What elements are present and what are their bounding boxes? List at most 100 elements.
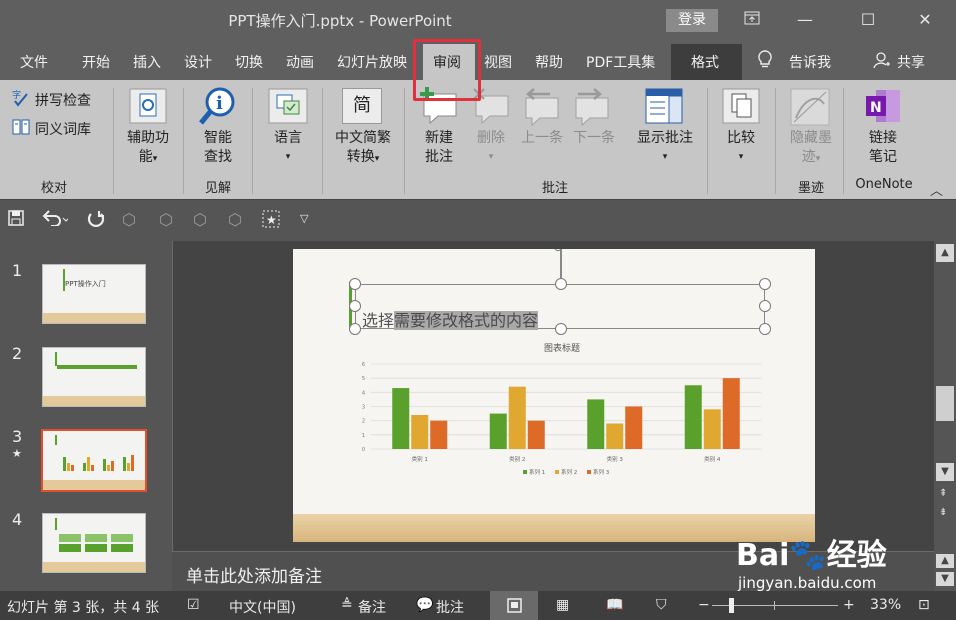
scroll-up-icon[interactable]: ▲ [936, 554, 954, 568]
next-slide-icon[interactable]: ⇟ [939, 507, 947, 518]
slide-thumbnail-2[interactable] [42, 347, 146, 407]
onenote-icon: N [864, 88, 902, 128]
thumb-box [85, 544, 107, 552]
compare-button[interactable]: 比较 ▾ [716, 129, 766, 167]
linked-notes-button[interactable]: 链接 笔记 [857, 129, 909, 167]
share-button[interactable]: 共享 [897, 52, 925, 72]
thumb-box [59, 544, 81, 552]
ribbon-display-options-icon[interactable] [737, 7, 767, 33]
check-accessibility-line2: 能 [138, 149, 153, 165]
zoom-in-button[interactable]: + [843, 597, 855, 613]
tab-format[interactable]: 格式 [691, 52, 719, 72]
save-icon[interactable] [8, 210, 24, 230]
tab-insert[interactable]: 插入 [133, 52, 161, 72]
baidu-watermark: Bai🐾经验 jingyan.baidu.com [736, 530, 887, 592]
thumb-title: PPT操作入门 [65, 280, 106, 288]
customize-qat-icon[interactable]: ▽ [300, 212, 308, 225]
tab-help[interactable]: 帮助 [535, 52, 563, 72]
check-accessibility-button[interactable]: 辅助功 能▾ [118, 129, 178, 169]
smart-lookup-icon: i [198, 86, 238, 130]
smart-lookup-button[interactable]: 智能 查找 [192, 129, 244, 167]
tab-design[interactable]: 设计 [184, 52, 212, 72]
tab-slideshow[interactable]: 幻灯片放映 [337, 52, 407, 72]
divider [252, 88, 253, 194]
cube-globe-icon[interactable]: ⬡ [228, 210, 242, 229]
divider [183, 88, 184, 194]
delete-comment-button[interactable]: 删除 ▾ [469, 129, 513, 167]
undo-icon[interactable] [42, 210, 70, 230]
repeat-icon[interactable] [87, 210, 105, 232]
chart[interactable]: 图表标题 0 1 2 3 4 5 6 类别 1 类别 2 类别 3 类别 4 系列 1 系列 2 系列 … [293, 249, 815, 542]
slide-number: 3 [12, 427, 23, 446]
y-tick-label: 3 [362, 405, 365, 411]
current-slide[interactable]: 选择需要修改格式的内容 ↻ 图表标题 0123456类别 1类别 2类别 3类别… [293, 249, 815, 542]
thumb-floor [43, 313, 145, 323]
login-button[interactable]: 登录 [666, 9, 718, 32]
star-frame-icon[interactable]: ★ [262, 210, 280, 232]
comments-toggle[interactable]: 批注 [436, 597, 464, 617]
lightbulb-icon [757, 50, 773, 74]
scroll-down-icon[interactable]: ▼ [936, 572, 954, 586]
comments-icon[interactable]: 💬 [416, 597, 433, 613]
tab-animations[interactable]: 动画 [286, 52, 314, 72]
new-comment-button[interactable]: 新建 批注 [413, 129, 465, 167]
scroll-up-icon[interactable]: ▲ [936, 244, 954, 262]
cube-icon[interactable]: ⬡ [122, 210, 136, 229]
slide-sorter-icon[interactable]: ▦ [556, 597, 569, 613]
spell-check-button[interactable]: 拼写检查 [35, 90, 91, 110]
y-tick-label: 0 [362, 447, 365, 453]
language-status[interactable]: 中文(中国) [229, 597, 296, 617]
scroll-down-icon[interactable]: ▼ [936, 463, 954, 481]
notes-icon[interactable]: ≜ [341, 597, 353, 613]
zoom-out-button[interactable]: − [698, 597, 710, 613]
group-insights-label: 见解 [204, 181, 231, 196]
collapse-ribbon-icon[interactable]: ︿ [930, 180, 943, 199]
slide-thumbnail-4[interactable] [42, 513, 146, 573]
quick-access-toolbar: ⬡ ⬡ ⬡ ⬡ ★ ▽ [0, 199, 956, 241]
vertical-scrollbar[interactable]: ▲ ▼ ⇞ ⇟ [934, 241, 956, 551]
close-icon[interactable]: ✕ [910, 7, 940, 33]
language-button[interactable]: 语言 ▾ [262, 129, 314, 167]
thumb-box [59, 534, 81, 542]
tab-pdf-tools[interactable]: PDF工具集 [586, 52, 655, 72]
normal-view-button[interactable] [490, 591, 538, 620]
tab-file[interactable]: 文件 [20, 52, 48, 72]
cube-icon-2[interactable]: ⬡ [159, 210, 173, 229]
mini-chart [63, 455, 134, 471]
next-comment-icon [572, 88, 612, 130]
previous-slide-icon[interactable]: ⇞ [939, 488, 947, 499]
tab-transitions[interactable]: 切换 [235, 52, 263, 72]
maximize-icon[interactable]: ☐ [853, 7, 883, 33]
dropdown-caret-icon: ▾ [488, 152, 494, 162]
x-tick-label: 类别 2 [509, 455, 525, 463]
zoom-level[interactable]: 33% [870, 597, 901, 613]
hide-ink-button[interactable]: 隐藏墨 迹▾ [782, 129, 840, 169]
previous-comment-button[interactable]: 上一条 [516, 129, 568, 148]
thesaurus-button[interactable]: 同义词库 [35, 119, 91, 139]
x-tick-label: 类别 1 [412, 455, 428, 463]
share-user-icon[interactable] [873, 51, 891, 73]
group-ink-label: 墨迹 [797, 181, 824, 196]
fit-to-window-icon[interactable]: ⊡ [918, 597, 930, 613]
tab-view[interactable]: 视图 [484, 52, 512, 72]
notes-scrollbar[interactable]: ▲ ▼ [934, 551, 956, 591]
scrollbar-thumb[interactable] [936, 386, 954, 421]
spelling-status-icon[interactable]: ☑ [187, 597, 200, 613]
x-tick-label: 类别 4 [704, 455, 721, 463]
tab-home[interactable]: 开始 [82, 52, 110, 72]
zoom-slider-thumb[interactable] [729, 598, 734, 613]
notes-placeholder[interactable]: 单击此处添加备注 [186, 562, 322, 587]
legend-label: 系列 3 [593, 468, 610, 476]
slide-thumbnail-1[interactable]: PPT操作入门 [42, 264, 146, 324]
next-comment-button[interactable]: 下一条 [568, 129, 620, 148]
chinese-conversion-button[interactable]: 中文简繁 转换▾ [328, 129, 398, 169]
check-accessibility-icon [129, 88, 167, 128]
show-comments-button[interactable]: 显示批注 ▾ [630, 129, 700, 167]
tell-me-input[interactable]: 告诉我 [789, 52, 831, 72]
minimize-icon[interactable]: — [790, 7, 820, 33]
notes-toggle[interactable]: 备注 [358, 597, 386, 617]
slide-thumbnail-3[interactable] [41, 429, 147, 492]
slideshow-icon[interactable]: ⛉ [656, 597, 667, 613]
reading-view-icon[interactable]: 📖 [606, 597, 623, 613]
cube-icon-3[interactable]: ⬡ [193, 210, 207, 229]
